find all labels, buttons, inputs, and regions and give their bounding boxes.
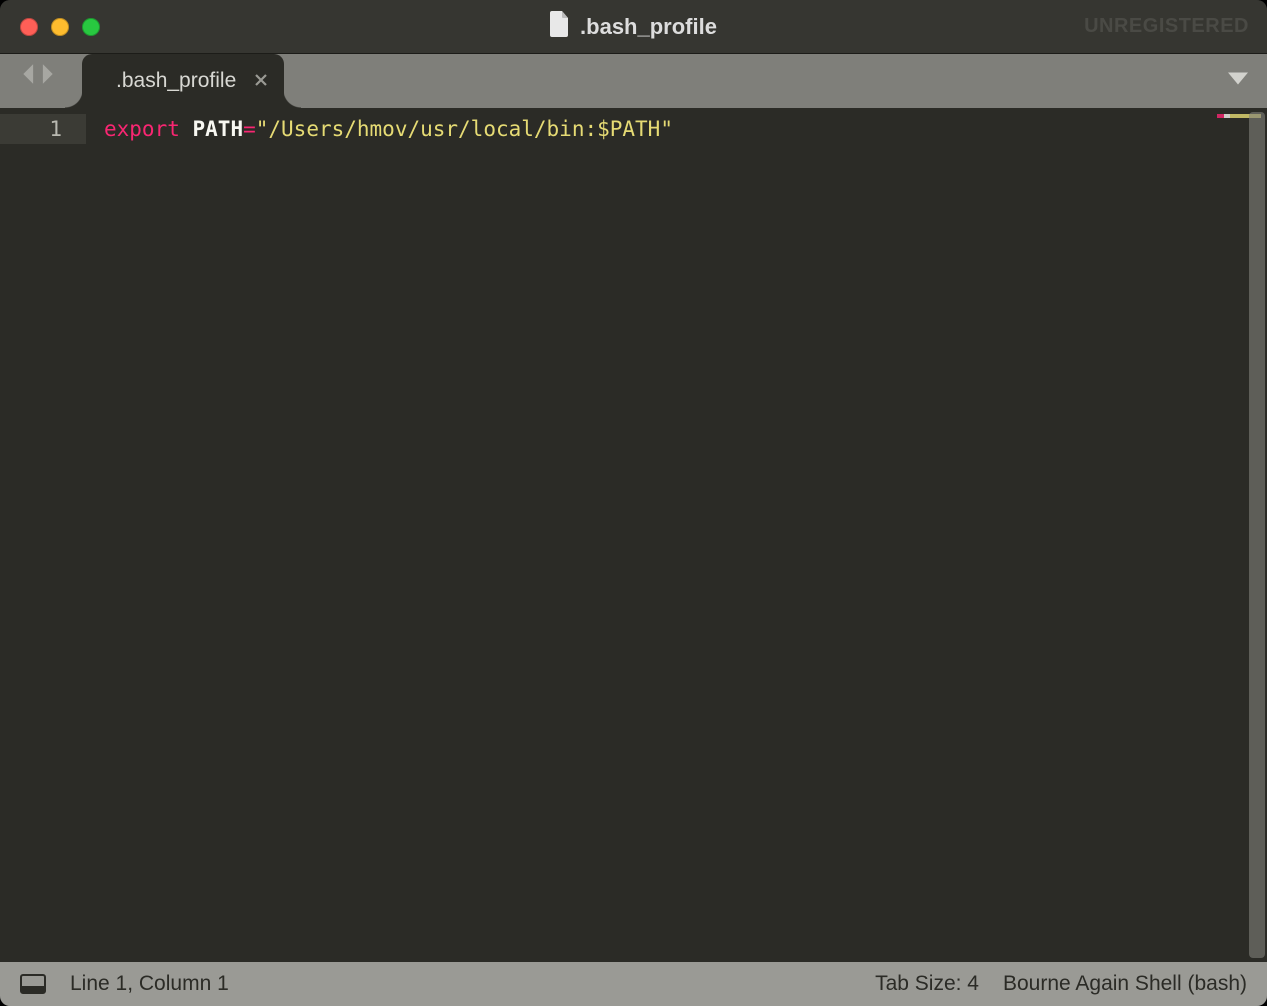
cursor-position[interactable]: Line 1, Column 1 (70, 972, 229, 996)
editor-window: .bash_profile UNREGISTERED .bash_profile… (0, 0, 1267, 1006)
vertical-scrollbar[interactable] (1249, 112, 1265, 958)
tab-close-button[interactable] (254, 71, 268, 91)
tab-bash-profile[interactable]: .bash_profile (82, 54, 284, 108)
registration-status: UNREGISTERED (1084, 0, 1249, 53)
title-filename: .bash_profile (580, 14, 717, 40)
file-icon (550, 11, 570, 43)
panel-switcher-button[interactable] (20, 974, 46, 994)
line-gutter: 1 (0, 108, 86, 962)
token-operator: = (243, 117, 256, 141)
token-keyword: export (104, 117, 180, 141)
token-variable: PATH (193, 117, 244, 141)
tab-label: .bash_profile (116, 69, 236, 93)
close-window-button[interactable] (20, 18, 38, 36)
tab-overflow-button[interactable] (1227, 71, 1249, 92)
token-string: "/Users/hmov/usr/local/bin:$PATH" (256, 117, 673, 141)
code-line[interactable]: export PATH="/Users/hmov/usr/local/bin:$… (86, 114, 1215, 144)
tab-size-control[interactable]: Tab Size: 4 (875, 972, 979, 996)
maximize-window-button[interactable] (82, 18, 100, 36)
window-controls (20, 18, 100, 36)
minimize-window-button[interactable] (51, 18, 69, 36)
nav-back-button[interactable] (18, 63, 36, 85)
code-area[interactable]: export PATH="/Users/hmov/usr/local/bin:$… (86, 108, 1215, 962)
tab-bar: .bash_profile (0, 54, 1267, 108)
editor-area[interactable]: 1 export PATH="/Users/hmov/usr/local/bin… (0, 108, 1267, 962)
titlebar: .bash_profile UNREGISTERED (0, 0, 1267, 54)
status-bar: Line 1, Column 1 Tab Size: 4 Bourne Agai… (0, 962, 1267, 1006)
window-title: .bash_profile (0, 11, 1267, 43)
minimap[interactable] (1215, 108, 1267, 962)
syntax-mode-control[interactable]: Bourne Again Shell (bash) (1003, 972, 1247, 996)
line-number: 1 (0, 114, 86, 144)
nav-forward-button[interactable] (40, 63, 58, 85)
